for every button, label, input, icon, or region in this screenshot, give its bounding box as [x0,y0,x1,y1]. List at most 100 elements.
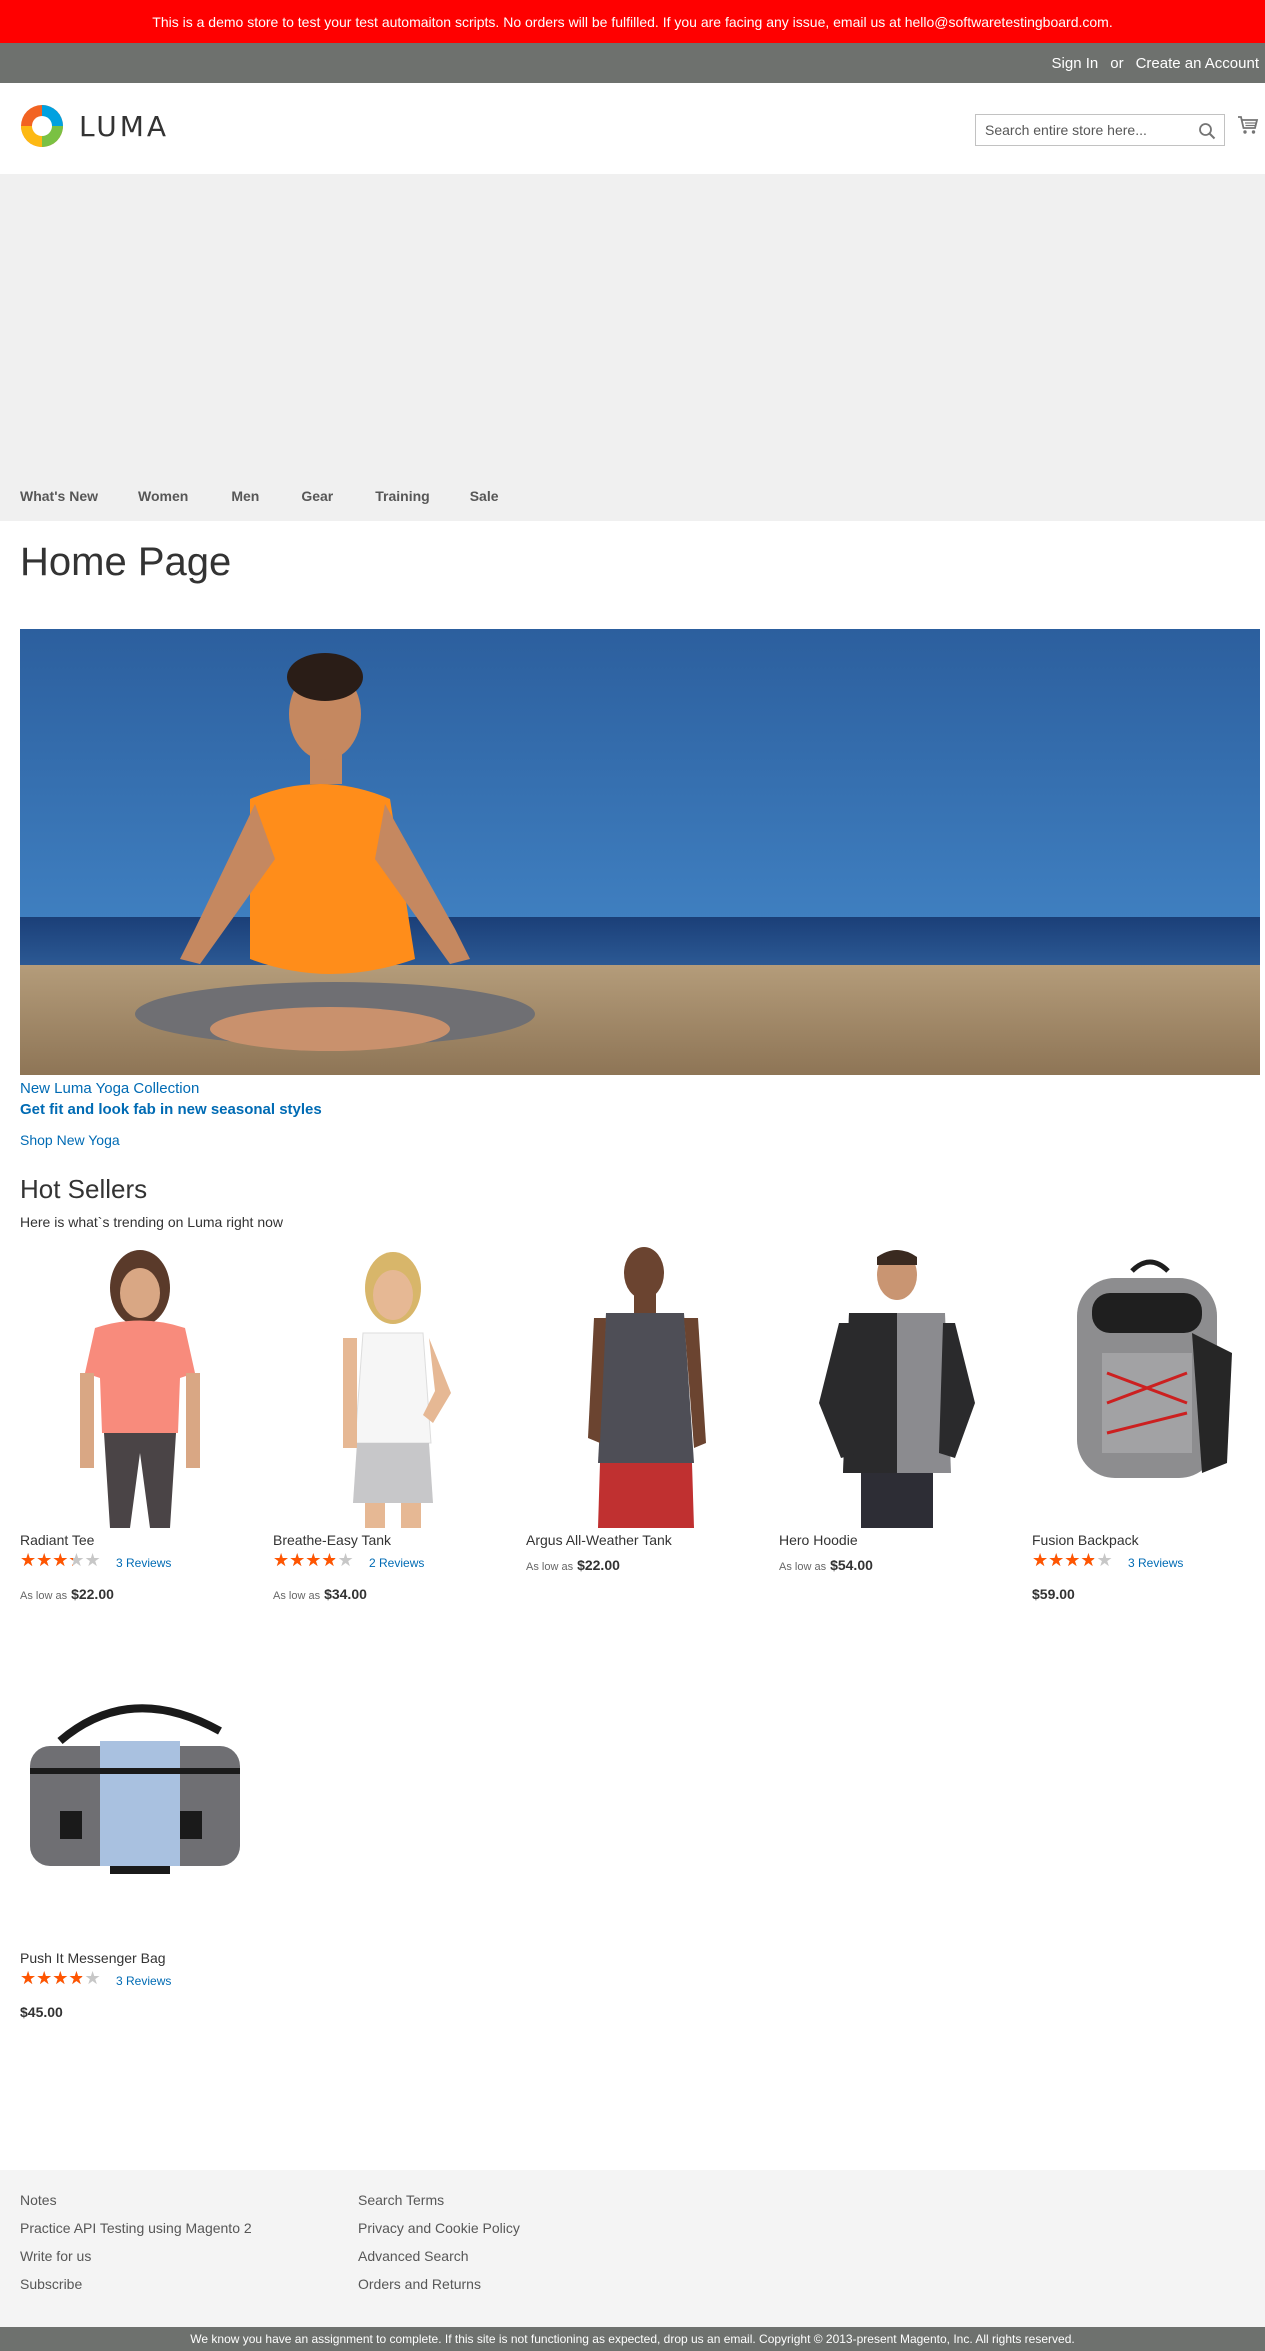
price-amount: $54.00 [830,1557,873,1573]
product-card: Push It Messenger Bag ★★★★★ ★★★★★ 3 Revi… [20,1661,260,2020]
product-rating: ★★★★★ ★★★★★ 2 Reviews [273,1550,513,1571]
sign-in-link[interactable]: Sign In [1052,55,1099,72]
product-name-link[interactable]: Hero Hoodie [779,1532,1019,1548]
header-links: Sign In or Create an Account [1052,43,1259,83]
product-image[interactable] [20,1661,260,1946]
logo[interactable]: LUMA [20,104,169,148]
reviews-link[interactable]: 3 Reviews [116,1556,171,1570]
nav-item-sale[interactable]: Sale [470,488,499,504]
search-input[interactable] [976,115,1224,145]
reviews-link[interactable]: 2 Reviews [369,1556,424,1570]
footer-link-privacy-policy[interactable]: Privacy and Cookie Policy [358,2214,520,2242]
price-amount: $22.00 [71,1586,114,1602]
product-image[interactable] [526,1243,766,1528]
shop-new-yoga-link[interactable]: Shop New Yoga [20,1132,120,1148]
product-price: As low as $54.00 [779,1557,1019,1573]
product-card: Breathe-Easy Tank ★★★★★ ★★★★★ 2 Reviews … [273,1243,513,1602]
copyright-text: We know you have an assignment to comple… [190,2332,1075,2346]
product-rating: ★★★★★ ★★★★★ 3 Reviews [1032,1550,1265,1571]
footer-links-column: Notes Practice API Testing using Magento… [20,2186,252,2298]
luma-logo-icon [21,105,63,147]
hero-banner[interactable] [20,629,1260,1075]
product-image[interactable] [779,1243,1019,1528]
nav-item-whats-new[interactable]: What's New [20,488,98,504]
push-it-messenger-bag-image [30,1704,240,1874]
product-image[interactable] [20,1243,260,1528]
footer-link-api-testing[interactable]: Practice API Testing using Magento 2 [20,2214,252,2242]
product-price: As low as $22.00 [20,1586,260,1602]
hero-collection-link[interactable]: New Luma Yoga Collection [20,1080,199,1097]
reviews-link[interactable]: 3 Reviews [1128,1556,1183,1570]
rating-fill: ★★★★★ [20,1970,82,1988]
product-rating: ★★★★★ ★★★★★ 3 Reviews [20,1550,260,1571]
product-name-link[interactable]: Radiant Tee [20,1532,260,1548]
rating-fill: ★★★★★ [20,1552,73,1570]
product-price: As low as $22.00 [526,1557,766,1573]
radiant-tee-image [80,1250,200,1528]
product-rating: ★★★★★ ★★★★★ 3 Reviews [20,1968,260,1989]
copyright-bar: We know you have an assignment to comple… [0,2327,1265,2351]
product-image[interactable] [273,1243,513,1528]
rating-stars: ★★★★★ ★★★★★ [273,1550,354,1571]
rating-stars: ★★★★★ ★★★★★ [20,1968,101,1989]
footer-link-advanced-search[interactable]: Advanced Search [358,2242,520,2270]
header-content: LUMA [0,83,1265,174]
product-card: Argus All-Weather Tank As low as $22.00 [526,1243,766,1573]
hero-tagline-link[interactable]: Get fit and look fab in new seasonal sty… [20,1101,322,1118]
price-amount: $22.00 [577,1557,620,1573]
footer-link-orders-returns[interactable]: Orders and Returns [358,2270,520,2298]
page-title: Home Page [20,540,232,584]
rating-stars: ★★★★★ ★★★★★ [20,1550,101,1571]
hot-sellers-subtitle: Here is what`s trending on Luma right no… [20,1214,284,1230]
footer: Notes Practice API Testing using Magento… [0,2170,1265,2327]
product-name-link[interactable]: Push It Messenger Bag [20,1950,260,1966]
product-image[interactable] [1032,1243,1265,1528]
search-icon[interactable] [1198,122,1216,140]
hot-sellers-title: Hot Sellers [20,1174,148,1204]
price-label: As low as [526,1561,574,1573]
price-label: As low as [779,1561,827,1573]
rating-stars: ★★★★★ ★★★★★ [1032,1550,1113,1571]
price-amount: $34.00 [324,1586,367,1602]
demo-notice-bar: This is a demo store to test your test a… [0,0,1265,43]
rating-fill: ★★★★★ [273,1552,335,1570]
product-card: Fusion Backpack ★★★★★ ★★★★★ 3 Reviews $5… [1032,1243,1265,1602]
rating-fill: ★★★★★ [1032,1552,1094,1570]
nav-item-men[interactable]: Men [231,488,259,504]
create-account-link[interactable]: Create an Account [1136,55,1259,72]
search-box [975,114,1225,146]
argus-all-weather-tank-image [588,1247,706,1528]
panel-header: Sign In or Create an Account [0,43,1265,83]
price-amount: $45.00 [20,2004,63,2020]
navigation-area [0,174,1265,521]
product-card: Hero Hoodie As low as $54.00 [779,1243,1019,1573]
hero-hoodie-image [819,1250,975,1528]
nav-item-women[interactable]: Women [138,488,188,504]
footer-link-write-for-us[interactable]: Write for us [20,2242,252,2270]
footer-link-search-terms[interactable]: Search Terms [358,2186,520,2214]
main-navigation: What's New Women Men Gear Training Sale [20,488,539,504]
footer-link-subscribe[interactable]: Subscribe [20,2270,252,2298]
cart-icon[interactable] [1237,114,1259,136]
price-amount: $59.00 [1032,1586,1075,1602]
nav-item-gear[interactable]: Gear [301,488,333,504]
product-card: Radiant Tee ★★★★★ ★★★★★ 3 Reviews As low… [20,1243,260,1602]
product-price: As low as $34.00 [273,1586,513,1602]
price-label: As low as [273,1590,321,1602]
logo-text: LUMA [79,109,170,143]
product-name-link[interactable]: Argus All-Weather Tank [526,1532,766,1548]
fusion-backpack-image [1077,1259,1232,1478]
product-price: $59.00 [1032,1586,1265,1602]
product-name-link[interactable]: Fusion Backpack [1032,1532,1265,1548]
product-price: $45.00 [20,2004,260,2020]
footer-link-notes[interactable]: Notes [20,2186,252,2214]
footer-links-column: Search Terms Privacy and Cookie Policy A… [358,2186,520,2298]
reviews-link[interactable]: 3 Reviews [116,1974,171,1988]
demo-notice-text: This is a demo store to test your test a… [152,13,1113,30]
hero-image [20,629,1260,1075]
breathe-easy-tank-image [343,1252,451,1528]
or-separator: or [1110,54,1124,72]
nav-item-training[interactable]: Training [375,488,429,504]
product-name-link[interactable]: Breathe-Easy Tank [273,1532,513,1548]
price-label: As low as [20,1590,68,1602]
